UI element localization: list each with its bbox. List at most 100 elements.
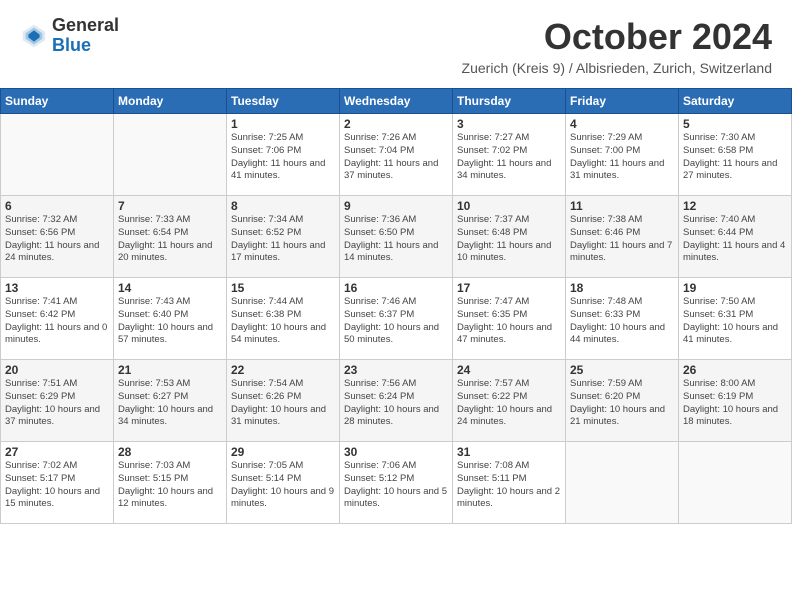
day-info: Sunrise: 7:44 AM Sunset: 6:38 PM Dayligh… bbox=[231, 296, 335, 347]
day-number: 5 bbox=[683, 117, 787, 131]
day-info: Sunrise: 7:25 AM Sunset: 7:06 PM Dayligh… bbox=[231, 132, 335, 183]
calendar-cell: 11Sunrise: 7:38 AM Sunset: 6:46 PM Dayli… bbox=[566, 196, 679, 278]
calendar-cell: 23Sunrise: 7:56 AM Sunset: 6:24 PM Dayli… bbox=[340, 360, 453, 442]
day-number: 14 bbox=[118, 281, 222, 295]
week-row: 27Sunrise: 7:02 AM Sunset: 5:17 PM Dayli… bbox=[1, 442, 792, 524]
calendar-cell: 21Sunrise: 7:53 AM Sunset: 6:27 PM Dayli… bbox=[114, 360, 227, 442]
day-number: 21 bbox=[118, 363, 222, 377]
day-number: 11 bbox=[570, 199, 674, 213]
calendar-cell: 31Sunrise: 7:08 AM Sunset: 5:11 PM Dayli… bbox=[453, 442, 566, 524]
day-info: Sunrise: 7:26 AM Sunset: 7:04 PM Dayligh… bbox=[344, 132, 448, 183]
day-number: 31 bbox=[457, 445, 561, 459]
day-number: 9 bbox=[344, 199, 448, 213]
day-info: Sunrise: 7:08 AM Sunset: 5:11 PM Dayligh… bbox=[457, 460, 561, 511]
calendar-cell: 13Sunrise: 7:41 AM Sunset: 6:42 PM Dayli… bbox=[1, 278, 114, 360]
calendar-cell: 18Sunrise: 7:48 AM Sunset: 6:33 PM Dayli… bbox=[566, 278, 679, 360]
calendar-cell: 4Sunrise: 7:29 AM Sunset: 7:00 PM Daylig… bbox=[566, 114, 679, 196]
day-number: 20 bbox=[5, 363, 109, 377]
day-info: Sunrise: 7:51 AM Sunset: 6:29 PM Dayligh… bbox=[5, 378, 109, 429]
calendar-cell bbox=[566, 442, 679, 524]
subtitle: Zuerich (Kreis 9) / Albisrieden, Zurich,… bbox=[462, 60, 772, 76]
day-number: 26 bbox=[683, 363, 787, 377]
logo-icon bbox=[20, 22, 48, 50]
logo-blue: Blue bbox=[52, 36, 119, 56]
calendar-cell: 5Sunrise: 7:30 AM Sunset: 6:58 PM Daylig… bbox=[679, 114, 792, 196]
day-info: Sunrise: 7:56 AM Sunset: 6:24 PM Dayligh… bbox=[344, 378, 448, 429]
day-number: 13 bbox=[5, 281, 109, 295]
weekday-header: Tuesday bbox=[227, 89, 340, 114]
calendar-cell: 2Sunrise: 7:26 AM Sunset: 7:04 PM Daylig… bbox=[340, 114, 453, 196]
day-info: Sunrise: 7:29 AM Sunset: 7:00 PM Dayligh… bbox=[570, 132, 674, 183]
calendar-cell: 7Sunrise: 7:33 AM Sunset: 6:54 PM Daylig… bbox=[114, 196, 227, 278]
calendar-cell: 19Sunrise: 7:50 AM Sunset: 6:31 PM Dayli… bbox=[679, 278, 792, 360]
weekday-header: Monday bbox=[114, 89, 227, 114]
calendar-cell: 1Sunrise: 7:25 AM Sunset: 7:06 PM Daylig… bbox=[227, 114, 340, 196]
day-number: 27 bbox=[5, 445, 109, 459]
calendar-cell: 10Sunrise: 7:37 AM Sunset: 6:48 PM Dayli… bbox=[453, 196, 566, 278]
calendar-cell: 29Sunrise: 7:05 AM Sunset: 5:14 PM Dayli… bbox=[227, 442, 340, 524]
day-number: 22 bbox=[231, 363, 335, 377]
month-title: October 2024 bbox=[462, 16, 772, 58]
day-info: Sunrise: 7:05 AM Sunset: 5:14 PM Dayligh… bbox=[231, 460, 335, 511]
day-info: Sunrise: 7:48 AM Sunset: 6:33 PM Dayligh… bbox=[570, 296, 674, 347]
title-block: October 2024 Zuerich (Kreis 9) / Albisri… bbox=[462, 16, 772, 76]
page-header: General Blue October 2024 Zuerich (Kreis… bbox=[0, 0, 792, 80]
calendar-cell bbox=[679, 442, 792, 524]
calendar-cell: 27Sunrise: 7:02 AM Sunset: 5:17 PM Dayli… bbox=[1, 442, 114, 524]
calendar-cell: 28Sunrise: 7:03 AM Sunset: 5:15 PM Dayli… bbox=[114, 442, 227, 524]
day-info: Sunrise: 7:46 AM Sunset: 6:37 PM Dayligh… bbox=[344, 296, 448, 347]
day-info: Sunrise: 7:27 AM Sunset: 7:02 PM Dayligh… bbox=[457, 132, 561, 183]
logo-general: General bbox=[52, 16, 119, 36]
calendar-cell: 17Sunrise: 7:47 AM Sunset: 6:35 PM Dayli… bbox=[453, 278, 566, 360]
day-number: 4 bbox=[570, 117, 674, 131]
day-number: 18 bbox=[570, 281, 674, 295]
day-number: 30 bbox=[344, 445, 448, 459]
weekday-header: Wednesday bbox=[340, 89, 453, 114]
day-info: Sunrise: 7:59 AM Sunset: 6:20 PM Dayligh… bbox=[570, 378, 674, 429]
calendar: SundayMondayTuesdayWednesdayThursdayFrid… bbox=[0, 88, 792, 524]
calendar-cell: 8Sunrise: 7:34 AM Sunset: 6:52 PM Daylig… bbox=[227, 196, 340, 278]
calendar-cell: 24Sunrise: 7:57 AM Sunset: 6:22 PM Dayli… bbox=[453, 360, 566, 442]
day-number: 28 bbox=[118, 445, 222, 459]
week-row: 1Sunrise: 7:25 AM Sunset: 7:06 PM Daylig… bbox=[1, 114, 792, 196]
day-number: 6 bbox=[5, 199, 109, 213]
weekday-header: Sunday bbox=[1, 89, 114, 114]
day-info: Sunrise: 7:30 AM Sunset: 6:58 PM Dayligh… bbox=[683, 132, 787, 183]
day-info: Sunrise: 7:57 AM Sunset: 6:22 PM Dayligh… bbox=[457, 378, 561, 429]
day-number: 10 bbox=[457, 199, 561, 213]
day-number: 12 bbox=[683, 199, 787, 213]
day-number: 23 bbox=[344, 363, 448, 377]
logo: General Blue bbox=[20, 16, 119, 56]
day-info: Sunrise: 7:32 AM Sunset: 6:56 PM Dayligh… bbox=[5, 214, 109, 265]
day-info: Sunrise: 8:00 AM Sunset: 6:19 PM Dayligh… bbox=[683, 378, 787, 429]
calendar-cell: 30Sunrise: 7:06 AM Sunset: 5:12 PM Dayli… bbox=[340, 442, 453, 524]
day-info: Sunrise: 7:03 AM Sunset: 5:15 PM Dayligh… bbox=[118, 460, 222, 511]
day-info: Sunrise: 7:38 AM Sunset: 6:46 PM Dayligh… bbox=[570, 214, 674, 265]
calendar-cell: 22Sunrise: 7:54 AM Sunset: 6:26 PM Dayli… bbox=[227, 360, 340, 442]
calendar-cell: 12Sunrise: 7:40 AM Sunset: 6:44 PM Dayli… bbox=[679, 196, 792, 278]
day-info: Sunrise: 7:53 AM Sunset: 6:27 PM Dayligh… bbox=[118, 378, 222, 429]
weekday-header: Saturday bbox=[679, 89, 792, 114]
day-info: Sunrise: 7:50 AM Sunset: 6:31 PM Dayligh… bbox=[683, 296, 787, 347]
calendar-cell: 20Sunrise: 7:51 AM Sunset: 6:29 PM Dayli… bbox=[1, 360, 114, 442]
day-info: Sunrise: 7:34 AM Sunset: 6:52 PM Dayligh… bbox=[231, 214, 335, 265]
week-row: 6Sunrise: 7:32 AM Sunset: 6:56 PM Daylig… bbox=[1, 196, 792, 278]
day-info: Sunrise: 7:06 AM Sunset: 5:12 PM Dayligh… bbox=[344, 460, 448, 511]
weekday-header: Friday bbox=[566, 89, 679, 114]
week-row: 13Sunrise: 7:41 AM Sunset: 6:42 PM Dayli… bbox=[1, 278, 792, 360]
day-number: 3 bbox=[457, 117, 561, 131]
day-number: 8 bbox=[231, 199, 335, 213]
week-row: 20Sunrise: 7:51 AM Sunset: 6:29 PM Dayli… bbox=[1, 360, 792, 442]
day-number: 15 bbox=[231, 281, 335, 295]
calendar-cell: 15Sunrise: 7:44 AM Sunset: 6:38 PM Dayli… bbox=[227, 278, 340, 360]
day-info: Sunrise: 7:33 AM Sunset: 6:54 PM Dayligh… bbox=[118, 214, 222, 265]
calendar-cell bbox=[114, 114, 227, 196]
day-number: 7 bbox=[118, 199, 222, 213]
day-number: 17 bbox=[457, 281, 561, 295]
calendar-cell: 16Sunrise: 7:46 AM Sunset: 6:37 PM Dayli… bbox=[340, 278, 453, 360]
day-number: 2 bbox=[344, 117, 448, 131]
calendar-cell: 6Sunrise: 7:32 AM Sunset: 6:56 PM Daylig… bbox=[1, 196, 114, 278]
day-info: Sunrise: 7:37 AM Sunset: 6:48 PM Dayligh… bbox=[457, 214, 561, 265]
calendar-cell: 25Sunrise: 7:59 AM Sunset: 6:20 PM Dayli… bbox=[566, 360, 679, 442]
day-number: 29 bbox=[231, 445, 335, 459]
